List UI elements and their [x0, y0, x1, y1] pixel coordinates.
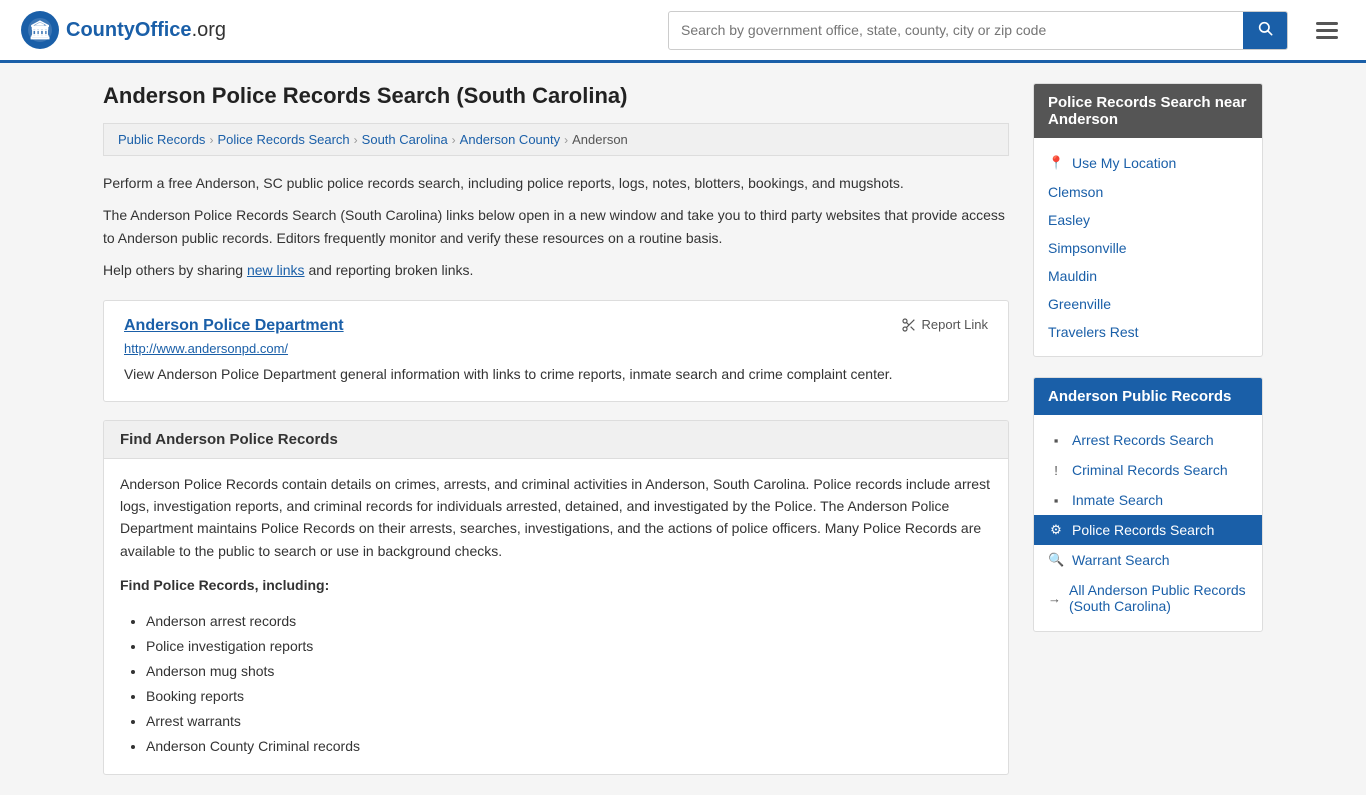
main-content: Anderson Police Records Search (South Ca…: [103, 83, 1009, 775]
desc-paragraph-1: Perform a free Anderson, SC public polic…: [103, 172, 1009, 194]
breadcrumb-sep-4: ›: [564, 133, 568, 147]
public-records-link-icon: ▪: [1048, 433, 1064, 448]
public-records-section-header: Anderson Public Records: [1034, 378, 1262, 415]
public-records-link-label: Arrest Records Search: [1072, 432, 1214, 448]
find-includes-title: Find Police Records, including:: [120, 574, 992, 596]
public-records-link-icon: ▪: [1048, 493, 1064, 508]
public-records-link[interactable]: ⚙ Police Records Search: [1034, 515, 1262, 545]
list-item: Anderson County Criminal records: [146, 734, 992, 759]
sidebar: Police Records Search near Anderson 📍 Us…: [1033, 83, 1263, 775]
public-records-link-icon: !: [1048, 463, 1064, 478]
resource-title-link[interactable]: Anderson Police Department: [124, 317, 344, 335]
resource-card: Anderson Police Department Report Link h…: [103, 300, 1009, 402]
nearby-link[interactable]: Easley: [1034, 206, 1262, 234]
find-section-body: Anderson Police Records contain details …: [104, 459, 1008, 774]
breadcrumb-sep-1: ›: [209, 133, 213, 147]
logo-text: CountyOffice.org: [66, 19, 226, 42]
find-section-paragraph: Anderson Police Records contain details …: [120, 473, 992, 563]
location-icon: 📍: [1048, 155, 1064, 171]
page-wrap: Anderson Police Records Search (South Ca…: [83, 63, 1283, 795]
public-records-link-label: Inmate Search: [1072, 492, 1163, 508]
public-records-link-icon: →: [1048, 591, 1061, 606]
menu-button[interactable]: [1308, 18, 1346, 43]
breadcrumb-sep-3: ›: [452, 133, 456, 147]
hamburger-icon: [1316, 22, 1338, 39]
page-title: Anderson Police Records Search (South Ca…: [103, 83, 1009, 109]
search-icon: [1257, 20, 1273, 36]
nearby-link[interactable]: Travelers Rest: [1034, 318, 1262, 346]
breadcrumb-link-public-records[interactable]: Public Records: [118, 132, 205, 147]
nearby-section-header: Police Records Search near Anderson: [1034, 84, 1262, 138]
public-records-link-label: Police Records Search: [1072, 522, 1214, 538]
report-link-button[interactable]: Report Link: [901, 317, 988, 333]
breadcrumb-link-south-carolina[interactable]: South Carolina: [362, 132, 448, 147]
public-records-links-container: ▪ Arrest Records Search! Criminal Records …: [1034, 425, 1262, 621]
public-records-section-body: ▪ Arrest Records Search! Criminal Records …: [1034, 415, 1262, 631]
nearby-section: Police Records Search near Anderson 📍 Us…: [1033, 83, 1263, 357]
logo-icon: 🏛: [20, 10, 60, 50]
find-section: Find Anderson Police Records Anderson Po…: [103, 420, 1009, 775]
list-item: Arrest warrants: [146, 709, 992, 734]
breadcrumb: Public Records › Police Records Search ›…: [103, 123, 1009, 156]
desc-paragraph-2: The Anderson Police Records Search (Sout…: [103, 204, 1009, 249]
resource-url-link[interactable]: http://www.andersonpd.com/: [124, 341, 988, 356]
breadcrumb-link-police-records-search[interactable]: Police Records Search: [217, 132, 349, 147]
find-section-header: Find Anderson Police Records: [104, 421, 1008, 459]
public-records-link[interactable]: 🔍 Warrant Search: [1034, 545, 1262, 575]
breadcrumb-sep-2: ›: [354, 133, 358, 147]
resource-card-header: Anderson Police Department Report Link: [124, 317, 988, 341]
public-records-link[interactable]: ▪ Inmate Search: [1034, 485, 1262, 515]
scissors-icon: [901, 317, 917, 333]
public-records-section: Anderson Public Records ▪ Arrest Records …: [1033, 377, 1263, 632]
search-input[interactable]: [669, 14, 1243, 46]
public-records-link-icon: ⚙: [1048, 522, 1064, 538]
use-my-location-link[interactable]: 📍 Use My Location: [1034, 148, 1262, 178]
desc-paragraph-3: Help others by sharing new links and rep…: [103, 259, 1009, 281]
new-links-link[interactable]: new links: [247, 262, 305, 278]
nearby-links-container: ClemsonEasleySimpsonvilleMauldinGreenvil…: [1034, 178, 1262, 346]
nearby-link[interactable]: Mauldin: [1034, 262, 1262, 290]
list-item: Police investigation reports: [146, 634, 992, 659]
site-header: 🏛 CountyOffice.org: [0, 0, 1366, 63]
list-item: Anderson arrest records: [146, 609, 992, 634]
public-records-link[interactable]: → All Anderson Public Records (South Caro…: [1034, 575, 1262, 621]
breadcrumb-current: Anderson: [572, 132, 628, 147]
find-list: Anderson arrest recordsPolice investigat…: [120, 609, 992, 760]
public-records-link-label: Criminal Records Search: [1072, 462, 1228, 478]
breadcrumb-link-anderson-county[interactable]: Anderson County: [460, 132, 560, 147]
nearby-section-body: 📍 Use My Location ClemsonEasleySimpsonvi…: [1034, 138, 1262, 356]
logo[interactable]: 🏛 CountyOffice.org: [20, 10, 226, 50]
public-records-link-label: All Anderson Public Records (South Carol…: [1069, 582, 1248, 614]
public-records-link[interactable]: ! Criminal Records Search: [1034, 455, 1262, 485]
svg-text:🏛: 🏛: [29, 20, 52, 40]
list-item: Booking reports: [146, 684, 992, 709]
resource-description: View Anderson Police Department general …: [124, 364, 988, 385]
public-records-link-icon: 🔍: [1048, 552, 1064, 568]
list-item: Anderson mug shots: [146, 659, 992, 684]
nearby-link[interactable]: Clemson: [1034, 178, 1262, 206]
nearby-link[interactable]: Simpsonville: [1034, 234, 1262, 262]
public-records-link-label: Warrant Search: [1072, 552, 1170, 568]
public-records-link[interactable]: ▪ Arrest Records Search: [1034, 425, 1262, 455]
nearby-link[interactable]: Greenville: [1034, 290, 1262, 318]
search-button[interactable]: [1243, 12, 1287, 49]
search-bar: [668, 11, 1288, 50]
